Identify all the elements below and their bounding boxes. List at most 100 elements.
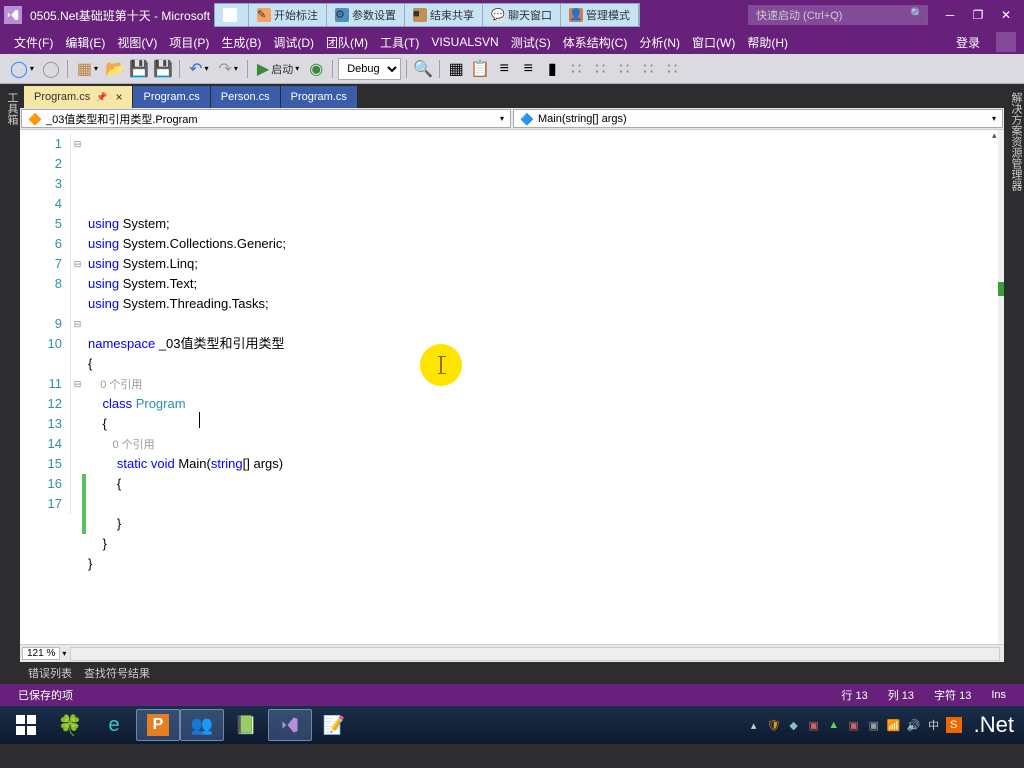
tray-icon[interactable]: ▣ [846,717,862,733]
code-editor[interactable]: 1234567891011121314151617 ⊟⊟⊟⊟ using Sys… [20,130,1004,644]
task-clover-icon[interactable]: 🍀 [48,709,92,741]
code-text[interactable]: using System;using System.Collections.Ge… [84,130,1004,644]
menu-edit[interactable]: 编辑(E) [59,32,111,53]
fold-column[interactable]: ⊟⊟⊟⊟ [70,130,84,644]
share-manage[interactable]: 👤管理模式 [561,4,639,26]
tb-icon[interactable]: ∷ [661,58,683,80]
zoom-bar: 121 %▾ [20,644,1004,662]
start-debug-button[interactable]: ▶启动▾ [253,58,303,80]
tb-icon[interactable]: ∷ [565,58,587,80]
system-tray: ▴ 🛡 ◆ ▣ ▲ ▣ ▣ 📶 🔊 中 S .Net [746,712,1020,738]
title-bar: 0505.Net基础班第十天 - Microsoft ✎开始标注 ⚙参数设置 ■… [0,0,1024,30]
task-app-p[interactable]: P [136,709,180,741]
task-ie-icon[interactable]: e [92,709,136,741]
solution-explorer-tab[interactable]: 解决方案资源管理器 [1004,84,1024,684]
tray-up-icon[interactable]: ▴ [746,717,762,733]
error-list-tab[interactable]: 错误列表 [28,665,72,681]
nav-fwd-button[interactable]: ◯ [40,58,62,80]
browser-button[interactable]: ◉ [305,58,327,80]
toolbar-separator [332,60,333,78]
navigation-bar: 🔶_03值类型和引用类型.Program▾ 🔷Main(string[] arg… [20,108,1004,130]
tb-icon[interactable]: ∷ [613,58,635,80]
new-project-button[interactable]: ▦▾ [73,58,102,80]
minimize-button[interactable]: ─ [936,4,964,26]
menu-architecture[interactable]: 体系结构(C) [557,32,634,53]
class-icon: 🔶 [28,113,42,125]
menu-test[interactable]: 测试(S) [505,32,557,53]
tb-icon[interactable]: ▦ [445,58,467,80]
toolbar-separator [67,60,68,78]
share-item-cursor[interactable] [215,4,249,26]
task-app-users[interactable]: 👥 [180,709,224,741]
find-button[interactable]: 🔍 [412,58,434,80]
method-combo[interactable]: 🔷Main(string[] args)▾ [513,109,1003,128]
menu-file[interactable]: 文件(F) [8,32,59,53]
tab-person[interactable]: Person.cs [211,86,280,108]
tray-shield-icon[interactable]: 🛡 [766,717,782,733]
tab-program-3[interactable]: Program.cs [281,86,357,108]
line-numbers: 1234567891011121314151617 [20,130,70,644]
share-chat[interactable]: 💬聊天窗口 [483,4,561,26]
tb-icon[interactable]: ≡ [517,58,539,80]
tray-volume-icon[interactable]: 🔊 [906,717,922,733]
menu-window[interactable]: 窗口(W) [686,32,741,53]
login-link[interactable]: 登录 [946,32,990,53]
menu-analyze[interactable]: 分析(N) [633,32,686,53]
menu-project[interactable]: 项目(P) [163,32,215,53]
tray-icon[interactable]: ◆ [786,717,802,733]
tb-icon[interactable]: ≡ [493,58,515,80]
cursor-highlight-icon [420,344,462,386]
tray-icon[interactable]: ▲ [826,717,842,733]
tab-program-2[interactable]: Program.cs [133,86,209,108]
split-icon[interactable]: ▴ [992,130,1004,142]
tab-program-active[interactable]: Program.cs📌× [24,86,132,108]
method-icon: 🔷 [520,113,534,125]
toolbar-separator [406,60,407,78]
menu-visualsvn[interactable]: VISUALSVN [425,33,504,51]
tray-sogou-icon[interactable]: S [946,717,962,733]
task-vs-icon[interactable] [268,709,312,741]
overview-ruler[interactable]: ▴ [998,130,1004,644]
task-app-book[interactable]: 📗 [224,709,268,741]
share-params[interactable]: ⚙参数设置 [327,4,405,26]
tb-icon[interactable]: 📋 [469,58,491,80]
config-select[interactable]: Debug [338,58,401,80]
status-col: 列 13 [878,687,924,703]
zoom-level[interactable]: 121 % [22,647,60,660]
tb-icon[interactable]: ∷ [637,58,659,80]
menu-help[interactable]: 帮助(H) [741,32,794,53]
class-combo[interactable]: 🔶_03值类型和引用类型.Program▾ [21,109,511,128]
nav-back-button[interactable]: ◯▾ [6,58,38,80]
restore-button[interactable]: ❐ [964,4,992,26]
redo-button[interactable]: ↷▾ [214,58,241,80]
close-button[interactable]: ✕ [992,4,1020,26]
close-icon[interactable]: × [115,90,122,104]
menu-debug[interactable]: 调试(D) [267,32,320,53]
undo-button[interactable]: ↶▾ [185,58,212,80]
find-symbols-tab[interactable]: 查找符号结果 [84,665,150,681]
task-notepad-icon[interactable]: 📝 [312,709,356,741]
status-saved: 已保存的项 [8,687,83,703]
start-button[interactable] [4,709,48,741]
share-annotate[interactable]: ✎开始标注 [249,4,327,26]
tray-icon[interactable]: ▣ [806,717,822,733]
pin-icon[interactable]: 📌 [96,92,107,103]
menu-tools[interactable]: 工具(T) [374,32,425,53]
tray-network-icon[interactable]: 📶 [886,717,902,733]
tray-icon[interactable]: ▣ [866,717,882,733]
tray-ime-icon[interactable]: 中 [926,717,942,733]
save-button[interactable]: 💾 [128,58,150,80]
save-all-button[interactable]: 💾 [152,58,174,80]
tb-icon[interactable]: ▮ [541,58,563,80]
open-button[interactable]: 📂 [104,58,126,80]
status-char: 字符 13 [924,687,981,703]
menu-team[interactable]: 团队(M) [320,32,374,53]
toolbox-panel-tab[interactable]: 工具箱 [0,84,20,684]
quick-launch-input[interactable]: 快速启动 (Ctrl+Q) 🔍 [748,5,928,25]
menu-build[interactable]: 生成(B) [215,32,267,53]
horizontal-scrollbar[interactable] [70,647,1000,661]
menu-view[interactable]: 视图(V) [111,32,163,53]
share-end[interactable]: ■结束共享 [405,4,483,26]
tb-icon[interactable]: ∷ [589,58,611,80]
user-avatar-icon[interactable] [996,32,1016,52]
